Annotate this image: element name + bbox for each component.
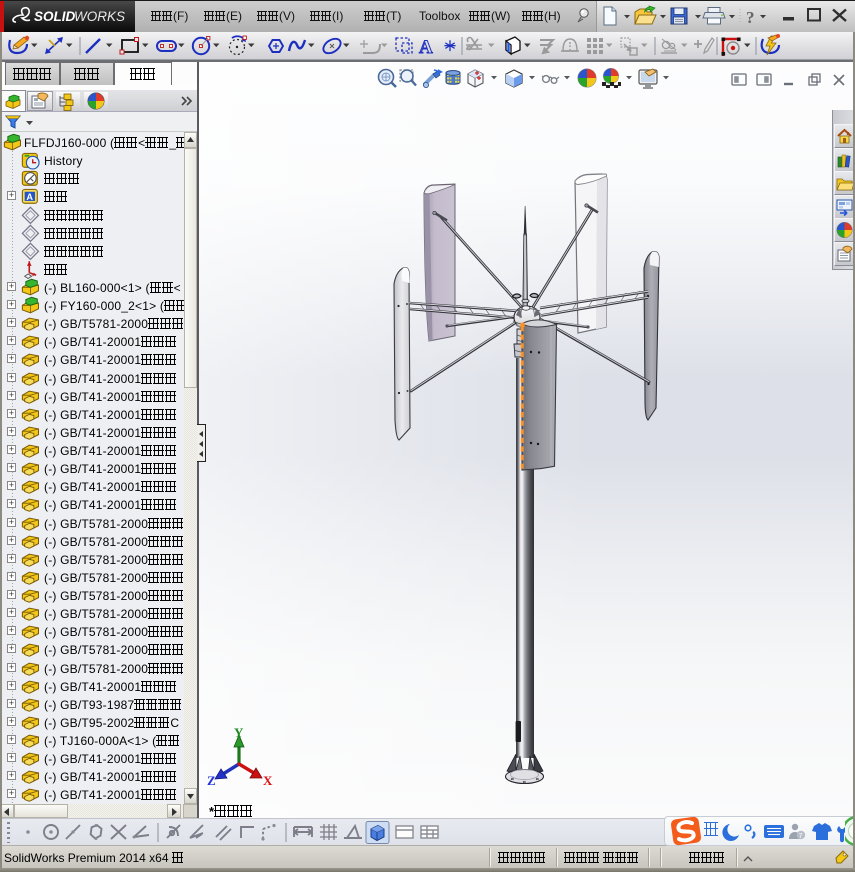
- svg-text:A: A: [26, 192, 33, 202]
- svg-text:Z: Z: [207, 773, 216, 788]
- svg-text:7: 7: [799, 833, 803, 840]
- svg-text:WORKS: WORKS: [74, 9, 125, 24]
- svg-text:SOLID: SOLID: [34, 9, 76, 24]
- svg-text:Y: Y: [234, 727, 244, 740]
- svg-text:X: X: [263, 773, 273, 788]
- svg-text:A: A: [419, 37, 433, 58]
- svg-text:?: ?: [746, 8, 755, 27]
